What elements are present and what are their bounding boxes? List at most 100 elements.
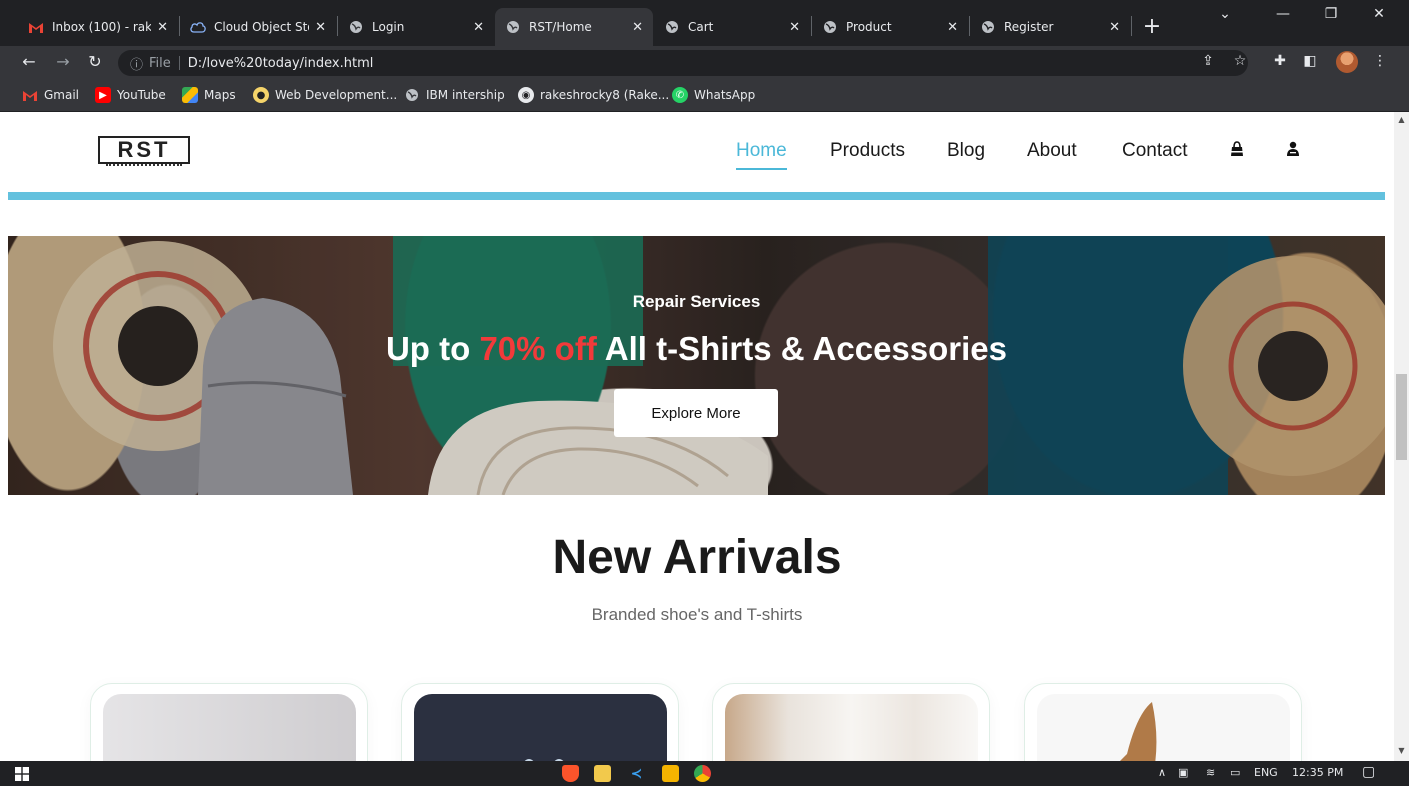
close-icon[interactable]: ✕ <box>473 20 484 35</box>
close-icon[interactable]: ✕ <box>315 20 326 35</box>
tab-search-icon[interactable]: ⌄ <box>1210 6 1240 22</box>
language-indicator[interactable]: ENG <box>1254 766 1278 779</box>
forward-icon[interactable]: → <box>52 52 74 71</box>
product-card[interactable] <box>401 683 679 761</box>
nav-contact[interactable]: Contact <box>1122 140 1187 162</box>
nav-home[interactable]: Home <box>736 140 787 170</box>
tray-chevron-icon[interactable]: ∧ <box>1158 766 1166 779</box>
tab-login[interactable]: Login ✕ <box>338 8 494 46</box>
site-header: RST Home Products Blog About Contact <box>0 112 1394 194</box>
address-scheme: File <box>149 55 171 71</box>
globe-icon <box>348 19 364 35</box>
explore-more-button[interactable]: Explore More <box>614 389 778 437</box>
shopping-bag-icon[interactable] <box>1228 140 1246 158</box>
section-subtitle: Branded shoe's and T-shirts <box>591 605 803 624</box>
windows-start-icon[interactable] <box>13 765 30 782</box>
bookmark-maps[interactable]: Maps <box>182 87 236 103</box>
youtube-icon: ▶ <box>95 87 111 103</box>
tab-title: Cart <box>688 20 714 34</box>
site-logo[interactable]: RST <box>98 136 190 166</box>
address-url: D:/love%20today/index.html <box>187 55 374 71</box>
tab-title: Cloud Object Sto <box>214 20 310 34</box>
tab-title: Product <box>846 20 892 34</box>
address-bar[interactable]: ⓘ File D:/love%20today/index.html <box>118 50 1248 76</box>
tab-cloud-object-storage[interactable]: Cloud Object Sto ✕ <box>180 8 336 46</box>
tab-title: RST/Home <box>529 20 592 34</box>
close-icon[interactable]: ✕ <box>632 20 643 35</box>
bookmark-youtube[interactable]: ▶ YouTube <box>95 87 166 103</box>
bookmark-web-development[interactable]: ● Web Development... <box>253 87 397 103</box>
user-icon[interactable] <box>1284 140 1302 158</box>
hero-subtitle: Repair Services <box>632 292 761 311</box>
vscode-icon[interactable]: ≺ <box>628 765 645 782</box>
info-icon[interactable]: ⓘ <box>130 54 143 73</box>
tab-product[interactable]: Product ✕ <box>812 8 968 46</box>
tab-inbox[interactable]: Inbox (100) - rak ✕ <box>18 8 178 46</box>
page-scrollbar[interactable]: ▲ ▼ <box>1394 112 1409 761</box>
close-icon[interactable]: ✕ <box>1109 20 1120 35</box>
whatsapp-icon: ✆ <box>672 87 688 103</box>
windows-taskbar: ≺ ∧ ▣ ≋ ▭ ENG 12:35 PM ▢ <box>0 761 1409 786</box>
scrollbar-thumb[interactable] <box>1396 374 1407 460</box>
extensions-icon[interactable]: ✚ <box>1270 53 1290 69</box>
clock[interactable]: 12:35 PM <box>1292 766 1343 779</box>
cloud-icon <box>190 19 206 35</box>
close-icon[interactable]: ✕ <box>157 20 168 35</box>
tab-title: Inbox (100) - rak <box>52 20 152 34</box>
page-viewport: RST Home Products Blog About Contact Rep… <box>0 112 1394 761</box>
nav-about[interactable]: About <box>1027 140 1077 162</box>
bookmark-github[interactable]: ◉ rakeshrocky8 (Rake... <box>518 87 669 103</box>
tab-rst-home[interactable]: RST/Home ✕ <box>495 8 653 46</box>
browser-toolbar: ← → ↻ ⓘ File D:/love%20today/index.html … <box>0 46 1409 80</box>
new-tab-button[interactable]: + <box>1138 12 1166 40</box>
chrome-icon[interactable] <box>694 765 711 782</box>
minimize-icon[interactable]: — <box>1268 6 1298 22</box>
hero-discount-highlight: 70% off <box>479 330 597 367</box>
tab-register[interactable]: Register ✕ <box>970 8 1130 46</box>
battery-icon[interactable]: ▭ <box>1230 766 1240 779</box>
close-window-icon[interactable]: ✕ <box>1364 6 1394 22</box>
close-icon[interactable]: ✕ <box>947 20 958 35</box>
media-app-icon[interactable] <box>662 765 679 782</box>
gmail-icon <box>28 19 44 35</box>
bookmark-whatsapp[interactable]: ✆ WhatsApp <box>672 87 755 103</box>
browser-tab-strip: Inbox (100) - rak ✕ Cloud Object Sto ✕ L… <box>0 0 1409 46</box>
bookmark-site-icon: ● <box>253 87 269 103</box>
product-image <box>414 694 667 761</box>
nav-blog[interactable]: Blog <box>947 140 985 162</box>
header-divider <box>8 192 1385 200</box>
tab-cart[interactable]: Cart ✕ <box>654 8 810 46</box>
product-card[interactable] <box>712 683 990 761</box>
section-title: New Arrivals <box>552 531 842 584</box>
share-icon[interactable]: ⇪ <box>1198 53 1218 69</box>
wifi-icon[interactable]: ≋ <box>1206 766 1215 779</box>
star-icon[interactable]: ☆ <box>1230 53 1250 69</box>
nav-products[interactable]: Products <box>830 140 905 162</box>
hero-banner: Repair Services Up to 70% off All t-Shir… <box>8 236 1385 495</box>
scroll-up-icon[interactable]: ▲ <box>1394 115 1409 124</box>
tab-title: Register <box>1004 20 1054 34</box>
restore-icon[interactable]: ❐ <box>1316 6 1346 22</box>
globe-icon <box>980 19 996 35</box>
bookmarks-bar: Gmail ▶ YouTube Maps ● Web Development..… <box>0 80 1409 112</box>
product-card[interactable] <box>90 683 368 761</box>
side-panel-icon[interactable]: ◧ <box>1300 53 1320 69</box>
back-icon[interactable]: ← <box>18 52 40 71</box>
avatar[interactable] <box>1336 51 1358 73</box>
scroll-down-icon[interactable]: ▼ <box>1394 746 1409 755</box>
bookmark-gmail[interactable]: Gmail <box>22 87 79 103</box>
notification-icon[interactable]: ▢ <box>1362 764 1375 780</box>
globe-icon <box>822 19 838 35</box>
product-card[interactable] <box>1024 683 1302 761</box>
menu-icon[interactable]: ⋮ <box>1370 53 1390 69</box>
product-image <box>725 694 978 761</box>
bookmark-ibm-internship[interactable]: IBM intership <box>404 87 505 103</box>
file-explorer-icon[interactable] <box>594 765 611 782</box>
tray-app-icon[interactable]: ▣ <box>1178 766 1188 779</box>
github-icon: ◉ <box>518 87 534 103</box>
close-icon[interactable]: ✕ <box>789 20 800 35</box>
product-image <box>103 694 356 761</box>
brave-browser-icon[interactable] <box>562 765 579 782</box>
globe-icon <box>664 19 680 35</box>
reload-icon[interactable]: ↻ <box>84 52 106 71</box>
